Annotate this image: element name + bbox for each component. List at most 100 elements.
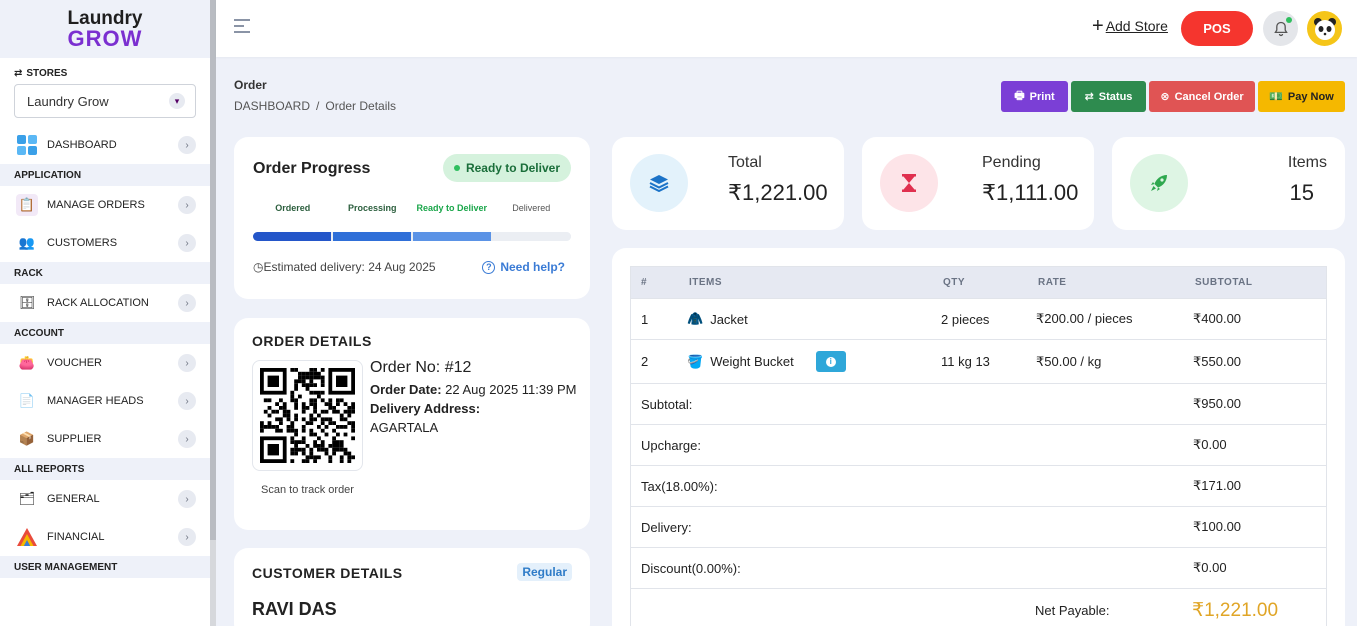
sidebar-item-label: VOUCHER	[47, 357, 103, 369]
printer-icon: 🖶	[1014, 90, 1025, 102]
item-info-button[interactable]: i	[815, 351, 846, 372]
order-progress-card: Order Progress Ready to Deliver Ordered …	[234, 137, 590, 299]
status-badge: Ready to Deliver	[442, 154, 571, 182]
rack-icon: 🗄	[18, 295, 36, 310]
notification-button[interactable]	[1263, 11, 1298, 46]
col-subtotal: SUBTOTAL	[1195, 277, 1253, 288]
chevron-right-icon: ›	[178, 392, 196, 410]
sidebar-item-manager-heads[interactable]: 📄 MANAGER HEADS ›	[0, 382, 210, 420]
chevron-right-icon: ›	[178, 490, 196, 508]
rocket-icon	[1130, 154, 1188, 212]
delivery-address-label: Delivery Address:	[370, 401, 576, 416]
chevron-right-icon: ›	[178, 136, 196, 154]
help-icon: ?	[482, 260, 496, 274]
cancel-order-button[interactable]: ⊗ Cancel Order	[1149, 81, 1255, 112]
summary-row-tax: Tax(18.00%): ₹171.00	[631, 466, 1326, 507]
page-title: Order	[234, 78, 267, 92]
hourglass-icon	[880, 154, 938, 212]
summary-row-upcharge: Upcharge: ₹0.00	[631, 425, 1326, 466]
chevron-down-icon: ▾	[169, 93, 185, 109]
sidebar-item-customers[interactable]: 👥 CUSTOMERS ›	[0, 224, 210, 262]
col-number: #	[641, 277, 648, 288]
wallet-icon: 👛	[18, 355, 36, 370]
brand-line-1: Laundry	[67, 7, 143, 29]
pay-now-button[interactable]: 💵 Pay Now	[1258, 81, 1345, 112]
customer-details-title: CUSTOMER DETAILS	[252, 565, 403, 581]
need-help-link[interactable]: ? Need help?	[482, 260, 565, 274]
row-rate: ₹50.00 / kg	[1036, 353, 1102, 369]
add-store-link[interactable]: + Add Store	[1092, 16, 1168, 36]
order-progress-title: Order Progress	[253, 160, 371, 177]
step-ordered: Ordered	[275, 203, 311, 213]
progress-segment	[413, 232, 491, 241]
chevron-right-icon: ›	[178, 528, 196, 546]
order-date-label: Order Date:	[370, 382, 442, 397]
row-rate: ₹200.00 / pieces	[1036, 311, 1133, 326]
print-label: Print	[1029, 90, 1055, 103]
row-number: 2	[641, 354, 649, 369]
sidebar-item-label: DASHBOARD	[47, 139, 117, 151]
summary-label: Tax(18.00%):	[641, 478, 718, 494]
qr-code[interactable]	[252, 360, 363, 471]
customer-details-card: CUSTOMER DETAILS Regular RAVI DAS	[234, 548, 590, 626]
shuffle-icon: ⇄	[14, 67, 23, 79]
breadcrumb-root[interactable]: DASHBOARD	[234, 99, 310, 113]
delivery-icon: 📦	[18, 431, 36, 446]
scrollbar-thumb[interactable]	[210, 0, 216, 540]
stat-total-card: Total ₹1,221.00	[612, 137, 844, 230]
sidebar-item-voucher[interactable]: 👛 VOUCHER ›	[0, 344, 210, 382]
sidebar-item-label: RACK ALLOCATION	[47, 297, 149, 309]
order-details-title: ORDER DETAILS	[252, 333, 372, 349]
stat-pending-value: ₹1,111.00	[982, 180, 1079, 205]
status-button[interactable]: ⇄ Status	[1071, 81, 1146, 112]
breadcrumb-separator: /	[316, 99, 320, 113]
order-date: Order Date: 22 Aug 2025 11:39 PM	[370, 382, 576, 397]
stat-items-value: 15	[1289, 180, 1314, 205]
layers-icon	[630, 154, 688, 212]
order-info: Order No: #12 Order Date: 22 Aug 2025 11…	[370, 359, 576, 439]
sidebar-item-manage-orders[interactable]: 📋 MANAGE ORDERS ›	[0, 186, 210, 224]
pyramid-chart-icon	[16, 526, 38, 548]
chevron-right-icon: ›	[178, 234, 196, 252]
print-button[interactable]: 🖶 Print	[1001, 81, 1068, 112]
sidebar-item-label: CUSTOMERS	[47, 237, 118, 249]
items-table-card: # ITEMS QTY RATE SUBTOTAL 1 🧥 Jacket 2 pi…	[612, 248, 1345, 626]
status-badge-label: Ready to Deliver	[465, 161, 560, 175]
step-ready: Ready to Deliver	[416, 203, 488, 213]
sidebar-item-supplier[interactable]: 📦 SUPPLIER ›	[0, 420, 210, 458]
summary-label: Delivery:	[641, 519, 692, 535]
stores-label-text: STORES	[26, 67, 68, 79]
summary-label: Upcharge:	[641, 437, 701, 453]
brand-logo[interactable]: Laundry GROW	[0, 0, 210, 58]
sidebar-item-label: SUPPLIER	[47, 433, 102, 445]
progress-segment	[493, 232, 571, 241]
sidebar-scrollbar[interactable]	[210, 0, 216, 626]
nav-section-rack: RACK	[0, 262, 210, 284]
swap-icon: ⇄	[1084, 91, 1094, 103]
stat-items-card: Items 15	[1112, 137, 1345, 230]
nav-section-account: ACCOUNT	[0, 322, 210, 344]
row-qty: 2 pieces	[941, 311, 990, 327]
customer-type-badge: Regular	[517, 563, 572, 581]
bell-icon	[1273, 21, 1288, 36]
nav-section-user-management: USER MANAGEMENT	[0, 556, 210, 578]
sidebar-item-general[interactable]: 🗂 GENERAL ›	[0, 480, 210, 518]
chevron-right-icon: ›	[178, 196, 196, 214]
stat-pending-card: Pending ₹1,111.00	[862, 137, 1094, 230]
row-number: 1	[641, 311, 649, 327]
store-select[interactable]: Laundry Grow ▾	[14, 84, 196, 118]
sidebar-item-rack-allocation[interactable]: 🗄 RACK ALLOCATION ›	[0, 284, 210, 322]
panda-avatar-icon	[1313, 17, 1336, 40]
sidebar-item-dashboard[interactable]: DASHBOARD ›	[0, 126, 210, 164]
sidebar-item-financial[interactable]: FINANCIAL ›	[0, 518, 210, 556]
sidebar-item-label: MANAGER HEADS	[47, 395, 144, 407]
avatar[interactable]	[1307, 11, 1342, 46]
sidebar-item-label: FINANCIAL	[47, 531, 105, 543]
progress-bar	[253, 232, 571, 241]
document-icon: 📄	[18, 393, 36, 408]
pos-button[interactable]: POS	[1181, 11, 1253, 46]
stat-items-label: Items	[1287, 154, 1327, 171]
step-delivered: Delivered	[512, 203, 551, 213]
menu-icon[interactable]	[234, 19, 250, 37]
breadcrumb: DASHBOARD / Order Details	[234, 99, 396, 113]
